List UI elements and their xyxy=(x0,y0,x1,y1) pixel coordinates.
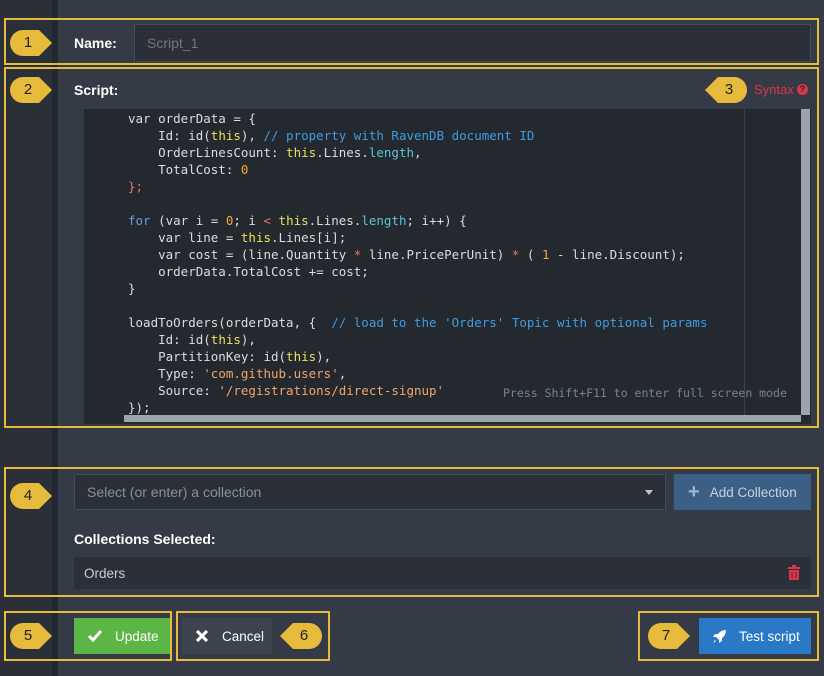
check-icon xyxy=(88,630,102,642)
trash-icon[interactable] xyxy=(788,565,800,580)
cancel-label: Cancel xyxy=(222,628,265,644)
collection-name: Orders xyxy=(84,566,126,581)
code-text: Id: id(this), // property with RavenDB d… xyxy=(128,128,535,143)
callout-badge-3: 3 xyxy=(703,75,749,105)
code-line: 4 TotalCost: 0 xyxy=(124,161,744,178)
test-script-button[interactable]: Test script xyxy=(699,618,811,654)
code-text: }; xyxy=(128,179,144,194)
code-text: var orderData = { xyxy=(128,111,256,126)
name-label: Name: xyxy=(74,35,117,51)
editor-gutter xyxy=(84,109,124,424)
horizontal-scrollbar[interactable] xyxy=(124,415,801,422)
callout-badge-2: 2 xyxy=(8,75,54,105)
update-button[interactable]: Update xyxy=(74,618,170,654)
vertical-scrollbar[interactable] xyxy=(801,109,810,415)
code-text: var line = this.Lines[i]; xyxy=(128,230,347,245)
plus-icon: + xyxy=(688,481,700,503)
code-line: 18}); xyxy=(124,399,744,416)
code-text: Type: 'com.github.users', xyxy=(128,366,347,381)
code-text: TotalCost: 0 xyxy=(128,162,249,177)
callout-badge-4: 4 xyxy=(8,481,54,511)
caret-down-icon xyxy=(645,490,653,495)
code-text: }); xyxy=(128,400,151,415)
code-text: OrderLinesCount: this.Lines.length, xyxy=(128,145,422,160)
code-text: Id: id(this), xyxy=(128,332,256,347)
code-line: 8 var line = this.Lines[i]; xyxy=(124,229,744,246)
script-label: Script: xyxy=(74,82,119,98)
code-line: 16 Type: 'com.github.users', xyxy=(124,365,744,382)
code-text: loadToOrders(orderData, { // load to the… xyxy=(128,315,708,330)
add-collection-label: Add Collection xyxy=(709,484,797,500)
add-collection-button[interactable]: + Add Collection xyxy=(674,474,811,510)
code-line: 10 orderData.TotalCost += cost; xyxy=(124,263,744,280)
code-editor[interactable]: 1▾var orderData = {2 Id: id(this), // pr… xyxy=(124,109,811,424)
syntax-link[interactable]: Syntax ? xyxy=(754,82,808,97)
print-margin xyxy=(744,109,745,415)
code-text: Source: '/registrations/direct-signup' xyxy=(128,383,445,398)
callout-badge-1: 1 xyxy=(8,28,54,58)
code-line: 11} xyxy=(124,280,744,297)
callout-badge-7: 7 xyxy=(646,621,692,651)
code-line: 2 Id: id(this), // property with RavenDB… xyxy=(124,127,744,144)
collection-list-item: Orders xyxy=(74,557,811,589)
code-line: 9 var cost = (line.Quantity * line.Price… xyxy=(124,246,744,263)
callout-badge-6: 6 xyxy=(278,621,324,651)
syntax-link-label: Syntax xyxy=(754,82,794,97)
code-line: 12 xyxy=(124,297,744,314)
code-text: orderData.TotalCost += cost; xyxy=(128,264,369,279)
code-text: PartitionKey: id(this), xyxy=(128,349,332,364)
code-line: 6 xyxy=(124,195,744,212)
code-line: 14 Id: id(this), xyxy=(124,331,744,348)
test-script-label: Test script xyxy=(739,628,800,644)
code-line: 3 OrderLinesCount: this.Lines.length, xyxy=(124,144,744,161)
fullscreen-hint: Press Shift+F11 to enter full screen mod… xyxy=(503,386,787,400)
code-line: 7▾for (var i = 0; i < this.Lines.length;… xyxy=(124,212,744,229)
name-input[interactable] xyxy=(134,24,811,62)
collections-selected-label: Collections Selected: xyxy=(74,531,216,547)
rocket-icon xyxy=(713,629,726,643)
close-icon xyxy=(196,630,208,642)
code-line: 1▾var orderData = { xyxy=(124,110,744,127)
help-icon: ? xyxy=(796,84,808,95)
callout-badge-5: 5 xyxy=(8,621,54,651)
code-text: for (var i = 0; i < this.Lines.length; i… xyxy=(128,213,467,228)
update-label: Update xyxy=(115,628,159,644)
code-text: var cost = (line.Quantity * line.PricePe… xyxy=(128,247,685,262)
cancel-button[interactable]: Cancel xyxy=(182,618,272,654)
code-line: 15 PartitionKey: id(this), xyxy=(124,348,744,365)
collection-select[interactable]: Select (or enter) a collection xyxy=(74,474,666,510)
code-line: 13▾loadToOrders(orderData, { // load to … xyxy=(124,314,744,331)
code-text: } xyxy=(128,281,136,296)
code-line: 5}; xyxy=(124,178,744,195)
collection-select-placeholder: Select (or enter) a collection xyxy=(87,484,262,500)
